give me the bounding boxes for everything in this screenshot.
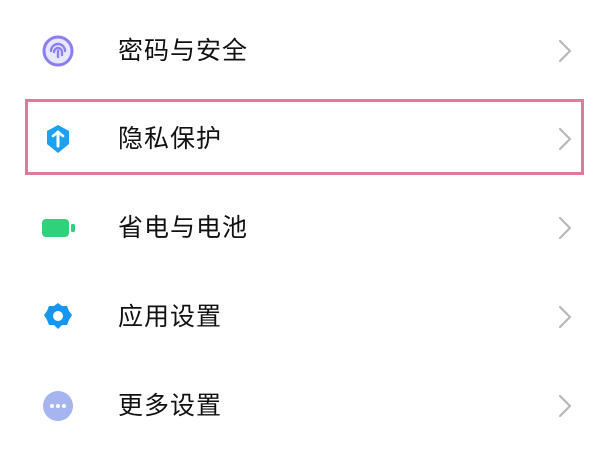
chevron-right-icon bbox=[552, 393, 578, 419]
gear-icon bbox=[40, 299, 76, 335]
chevron-right-icon bbox=[552, 304, 578, 330]
settings-item-label: 密码与安全 bbox=[118, 36, 249, 65]
settings-item-label: 省电与电池 bbox=[118, 213, 249, 242]
chevron-right-icon bbox=[552, 38, 578, 64]
settings-item-power-battery[interactable]: 省电与电池 bbox=[0, 184, 600, 272]
more-dots-icon bbox=[40, 388, 76, 424]
settings-item-app-settings[interactable]: 应用设置 bbox=[0, 273, 600, 361]
chevron-right-icon bbox=[552, 215, 578, 241]
chevron-right-icon bbox=[552, 126, 578, 152]
settings-item-password-security[interactable]: 密码与安全 bbox=[0, 7, 600, 95]
fingerprint-icon bbox=[40, 33, 76, 69]
settings-list: 密码与安全 隐私保护 省电与电池 应用设置 更多设置 bbox=[0, 0, 600, 450]
battery-icon bbox=[40, 210, 76, 246]
shield-icon bbox=[40, 121, 76, 157]
settings-item-label: 应用设置 bbox=[118, 302, 223, 331]
settings-item-privacy-protection[interactable]: 隐私保护 bbox=[0, 95, 600, 183]
settings-item-label: 更多设置 bbox=[118, 391, 223, 420]
settings-item-more-settings[interactable]: 更多设置 bbox=[0, 362, 600, 450]
settings-item-label: 隐私保护 bbox=[118, 124, 223, 153]
